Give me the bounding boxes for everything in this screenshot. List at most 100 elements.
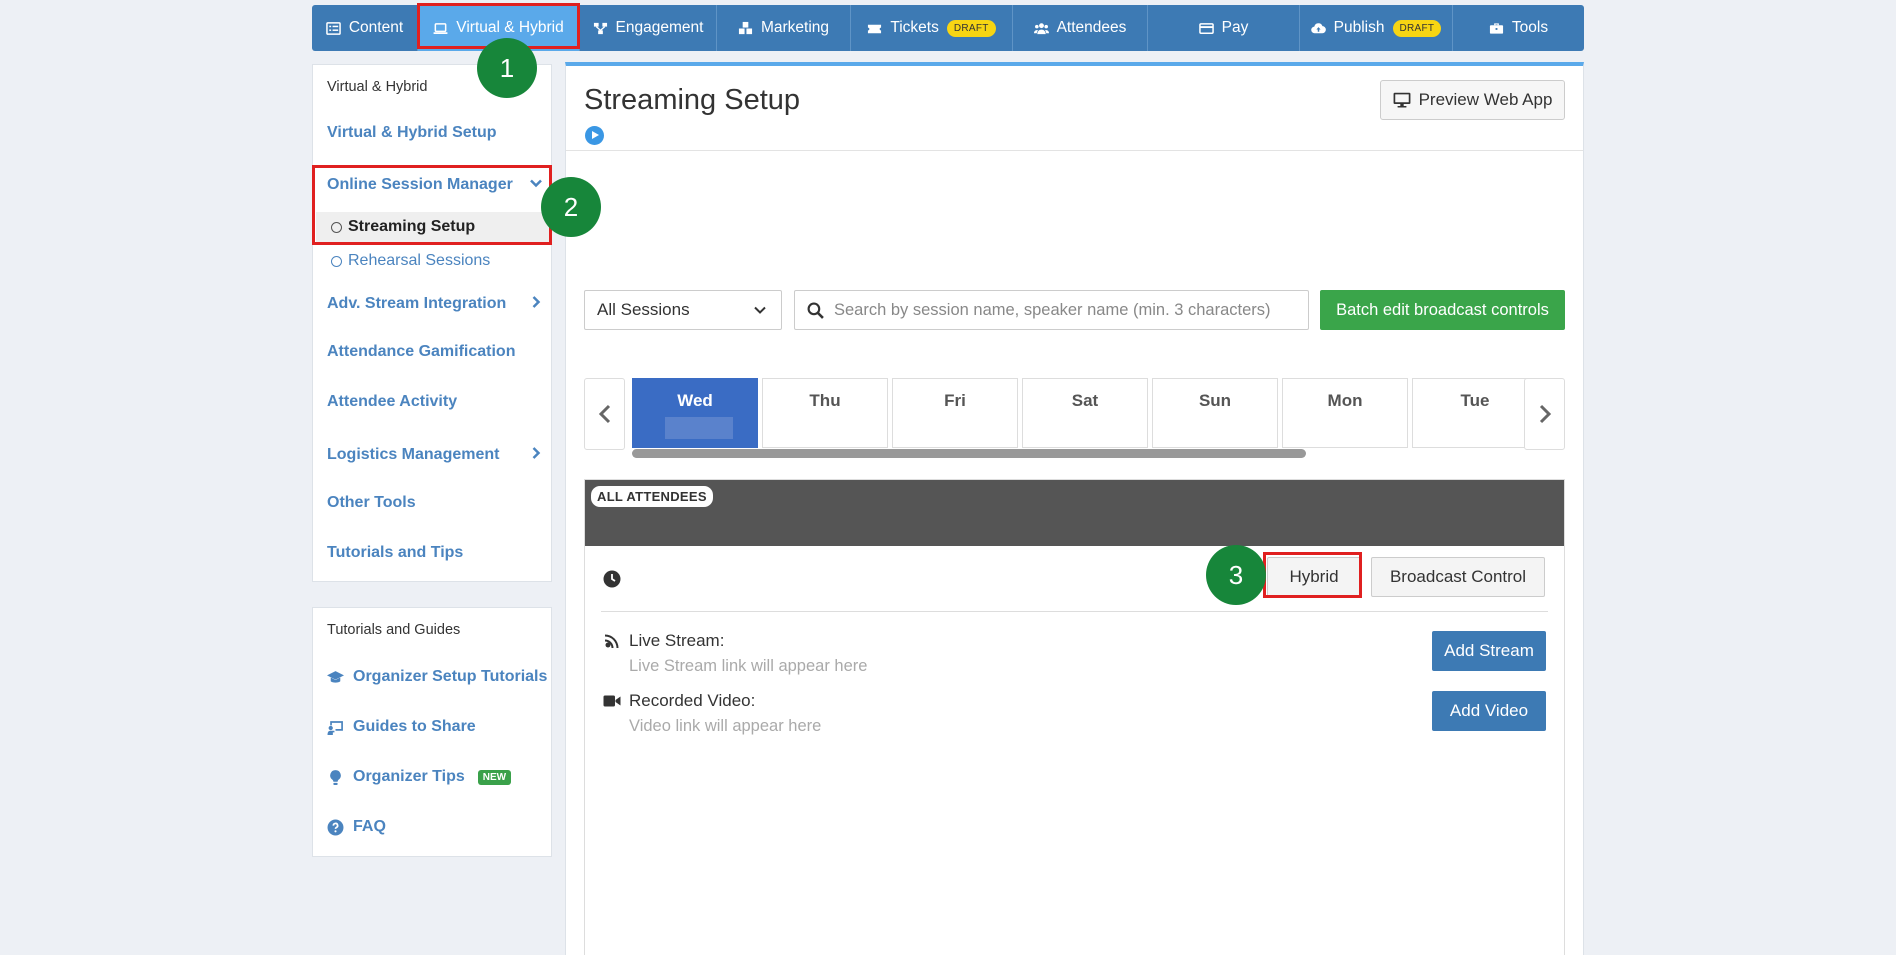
search-input[interactable] — [834, 300, 1296, 320]
tab-marketing[interactable]: Marketing — [717, 5, 851, 51]
audience-badge: ALL ATTENDEES — [591, 486, 713, 507]
day-label: Tue — [1460, 391, 1490, 410]
sidebar-item-other-tools[interactable]: Other Tools — [327, 494, 543, 512]
tab-pay[interactable]: Pay — [1148, 5, 1300, 51]
page-title: Streaming Setup — [584, 84, 801, 116]
redacted-date — [665, 417, 733, 439]
tutorial-label: Organizer Setup Tutorials — [353, 668, 548, 685]
sidebar-item-attendee-activity[interactable]: Attendee Activity — [327, 393, 543, 411]
chevron-right-icon — [529, 293, 543, 314]
link-organizer-setup-tutorials[interactable]: Organizer Setup Tutorials — [327, 668, 547, 686]
next-day-button[interactable] — [1524, 378, 1565, 450]
batch-edit-button[interactable]: Batch edit broadcast controls — [1320, 290, 1565, 330]
toolbox-icon — [1489, 22, 1503, 34]
sidebar-menu: Virtual & Hybrid Virtual & Hybrid Setup … — [312, 64, 552, 582]
day-tab-fri[interactable]: Fri — [892, 378, 1018, 448]
hybrid-button[interactable]: Hybrid — [1267, 557, 1361, 597]
recorded-video-hint: Video link will appear here — [629, 717, 822, 735]
recorded-video-title: Recorded Video: — [629, 691, 756, 710]
tutorial-label: FAQ — [353, 818, 386, 835]
circle-icon — [331, 255, 342, 267]
laptop-icon — [433, 22, 448, 34]
tab-tools[interactable]: Tools — [1453, 5, 1584, 51]
prev-day-button[interactable] — [584, 378, 625, 450]
graduation-cap-icon — [327, 670, 344, 683]
tab-label: Pay — [1221, 19, 1249, 36]
sidebar-heading: Virtual & Hybrid — [327, 79, 428, 95]
broadcast-control-button[interactable]: Broadcast Control — [1371, 557, 1545, 597]
question-circle-icon — [327, 819, 344, 835]
sidebar-subitem-label: Streaming Setup — [348, 218, 476, 235]
main-panel: Streaming Setup Preview Web App All Sess… — [565, 62, 1584, 955]
live-stream-row: Live Stream: Live Stream link will appea… — [603, 631, 867, 676]
tab-tickets[interactable]: Tickets DRAFT — [851, 5, 1013, 51]
search-icon — [807, 302, 824, 319]
circle-icon — [331, 221, 342, 233]
chevron-down-icon — [754, 306, 766, 314]
day-label: Mon — [1327, 391, 1363, 410]
chevron-left-icon — [598, 404, 610, 424]
session-card: ALL ATTENDEES Hybrid Broadcast Control L… — [584, 479, 1565, 955]
tab-engagement[interactable]: Engagement — [580, 5, 717, 51]
sidebar-item-online-session-manager[interactable]: Online Session Manager — [327, 174, 543, 195]
sidebar-item-tutorials-and-tips[interactable]: Tutorials and Tips — [327, 544, 543, 562]
chevron-right-icon — [529, 444, 543, 465]
tab-label: Marketing — [760, 19, 830, 36]
tab-content[interactable]: Content — [312, 5, 418, 51]
preview-web-app-button[interactable]: Preview Web App — [1380, 80, 1565, 120]
link-guides-to-share[interactable]: Guides to Share — [327, 718, 476, 736]
day-label: Sun — [1198, 391, 1232, 410]
sidebar-item-virtual-hybrid-setup[interactable]: Virtual & Hybrid Setup — [327, 124, 543, 142]
tutorial-label: Organizer Tips — [353, 768, 465, 785]
session-header-bar: ALL ATTENDEES — [585, 480, 1564, 546]
tab-label: Tools — [1511, 19, 1549, 36]
draft-badge: DRAFT — [946, 19, 996, 37]
tab-label: Publish — [1333, 19, 1385, 36]
day-tab-sat[interactable]: Sat — [1022, 378, 1148, 448]
session-filter-select[interactable]: All Sessions — [584, 290, 782, 330]
broadcast-icon — [605, 634, 619, 648]
list-icon — [326, 21, 341, 35]
cubes-icon — [738, 21, 753, 34]
step-marker-2: 2 — [541, 177, 601, 237]
day-scrollbar[interactable] — [632, 449, 1306, 458]
ticket-icon — [868, 24, 882, 33]
tab-label: Attendees — [1056, 19, 1127, 36]
session-filter-value: All Sessions — [597, 300, 690, 319]
link-organizer-tips[interactable]: Organizer Tips NEW — [327, 768, 512, 786]
day-tab-sun[interactable]: Sun — [1152, 378, 1278, 448]
tab-attendees[interactable]: Attendees — [1013, 5, 1148, 51]
day-tab-thu[interactable]: Thu — [762, 378, 888, 448]
sidebar-subitem-streaming-setup[interactable]: Streaming Setup — [316, 212, 549, 242]
play-video-icon[interactable] — [585, 126, 604, 145]
day-tab-wed[interactable]: Wed — [632, 378, 758, 448]
day-label: Sat — [1071, 391, 1099, 410]
monitor-icon — [1393, 92, 1410, 108]
network-icon — [593, 22, 607, 34]
day-tab-mon[interactable]: Mon — [1282, 378, 1408, 448]
link-faq[interactable]: FAQ — [327, 818, 386, 836]
step-marker-3: 3 — [1206, 545, 1266, 605]
recorded-video-row: Recorded Video: Video link will appear h… — [603, 691, 821, 736]
add-stream-button[interactable]: Add Stream — [1432, 631, 1546, 671]
tutorials-card: Tutorials and Guides Organizer Setup Tut… — [312, 607, 552, 857]
add-video-button[interactable]: Add Video — [1432, 691, 1546, 731]
clock-icon — [603, 570, 621, 588]
sidebar-item-label: Virtual & Hybrid Setup — [327, 124, 497, 141]
sidebar-item-label: Adv. Stream Integration — [327, 294, 507, 312]
sidebar-item-attendance-gamification[interactable]: Attendance Gamification — [327, 343, 543, 361]
day-tab-tue[interactable]: Tue — [1412, 378, 1538, 448]
step-marker-1: 1 — [477, 38, 537, 98]
sidebar-subitem-rehearsal-sessions[interactable]: Rehearsal Sessions — [331, 246, 549, 276]
sidebar-subitem-label: Rehearsal Sessions — [348, 252, 491, 269]
sidebar-item-label: Online Session Manager — [327, 175, 513, 193]
sidebar-item-logistics-management[interactable]: Logistics Management — [327, 444, 543, 465]
live-stream-title: Live Stream: — [629, 631, 725, 650]
tab-publish[interactable]: Publish DRAFT — [1300, 5, 1453, 51]
tutorial-label: Guides to Share — [353, 718, 476, 735]
video-camera-icon — [603, 695, 621, 707]
day-label: Thu — [809, 391, 841, 410]
sidebar-item-adv-stream-integration[interactable]: Adv. Stream Integration — [327, 293, 543, 314]
tab-label: Engagement — [615, 19, 704, 36]
tab-label: Content — [348, 19, 404, 36]
